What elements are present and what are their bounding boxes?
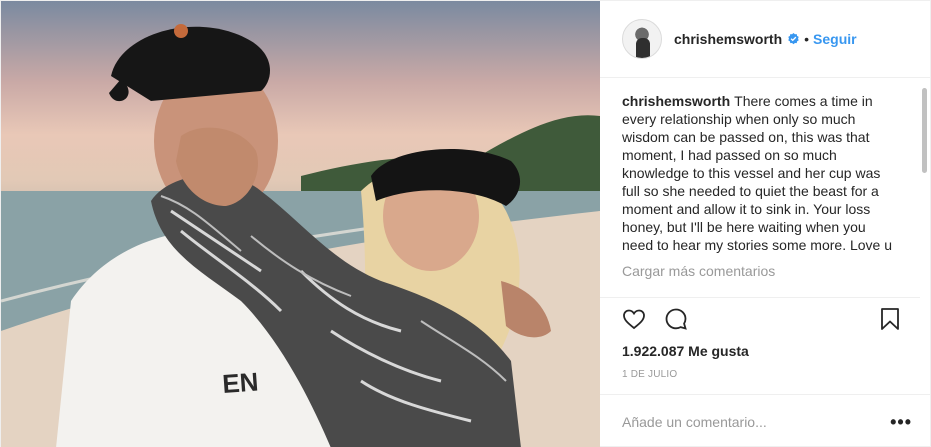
instagram-post: EN chrishemsworth • Seguir chrishemswort… [0,0,931,447]
add-comment-bar: ••• [600,394,930,447]
follow-button[interactable]: Seguir [813,31,857,47]
comments-scrollbar[interactable] [922,88,927,173]
verified-badge-icon [788,32,799,44]
action-bar [600,297,920,339]
post-header: chrishemsworth • Seguir [600,1,930,78]
post-sidebar: chrishemsworth • Seguir chrishemsworth Th… [600,1,930,447]
avatar[interactable] [622,19,662,59]
comment-icon[interactable] [662,305,690,333]
more-options-icon[interactable]: ••• [890,413,912,431]
beach-couple-illustration: EN [1,24,600,447]
comment-input[interactable] [622,413,891,430]
bookmark-icon[interactable] [876,305,904,333]
load-more-comments-button[interactable]: Cargar más comentarios [622,263,914,279]
caption-text: There comes a time in every relationship… [622,93,893,253]
comments-section[interactable]: chrishemsworth There comes a time in ever… [600,78,930,297]
heart-icon[interactable] [620,305,648,333]
likes-count[interactable]: 1.922.087 Me gusta [600,339,930,359]
post-photo[interactable]: EN [1,1,600,447]
post-caption: chrishemsworth There comes a time in ever… [622,92,898,254]
post-date[interactable]: 1 DE JULIO [600,359,930,380]
username-link[interactable]: chrishemsworth [674,31,782,47]
separator-dot: • [804,31,810,47]
svg-text:EN: EN [221,367,259,399]
caption-username[interactable]: chrishemsworth [622,93,730,109]
